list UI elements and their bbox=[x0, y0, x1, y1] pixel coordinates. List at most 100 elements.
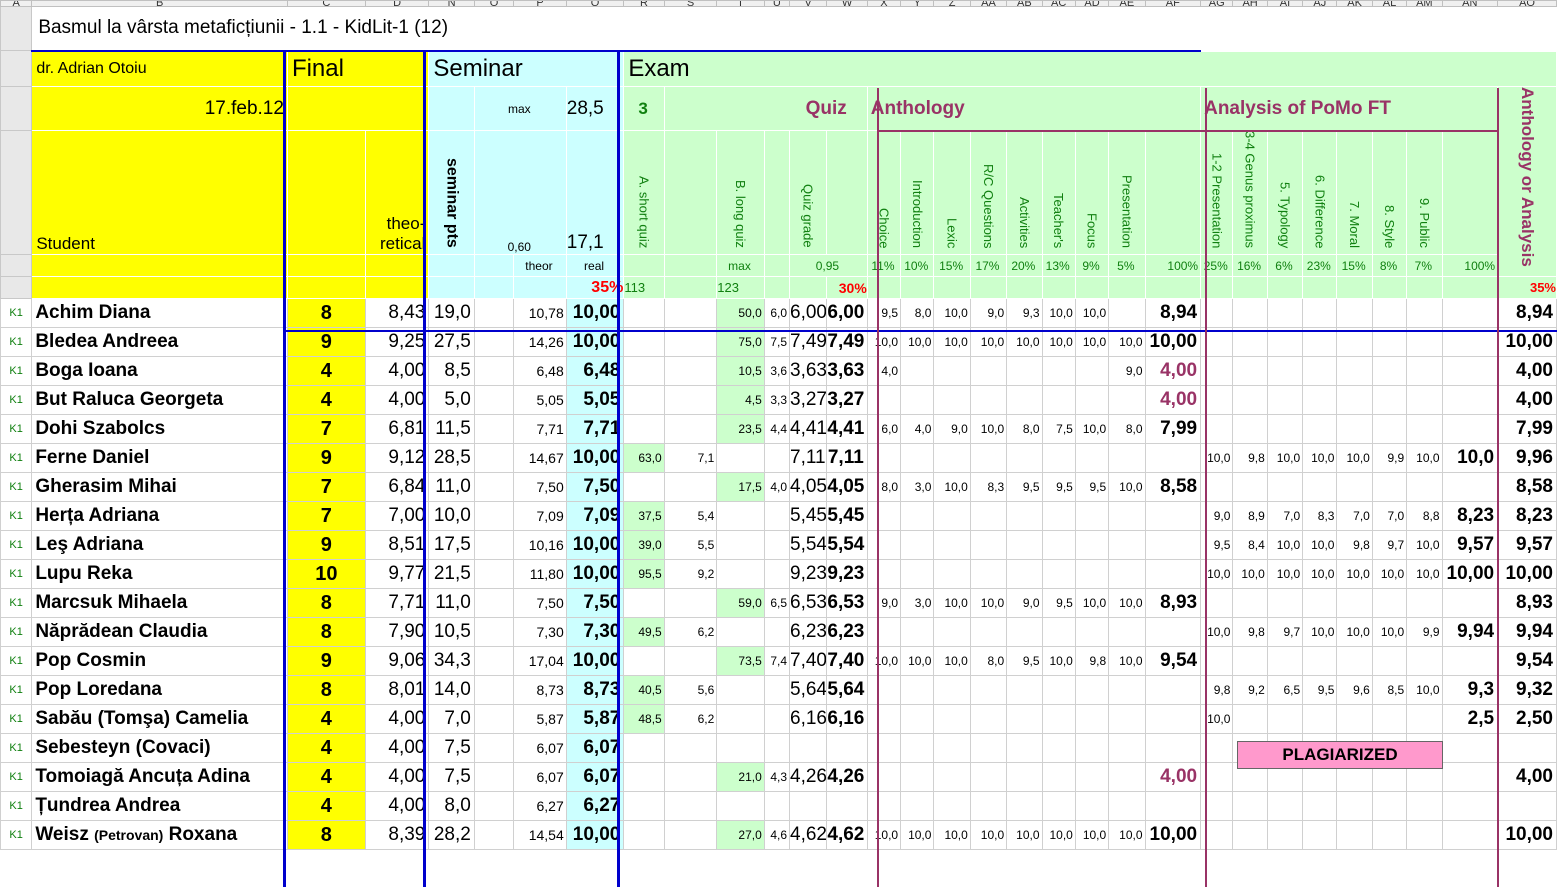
cell[interactable] bbox=[287, 254, 366, 277]
cell[interactable]: 4,0 bbox=[763, 472, 791, 503]
cell[interactable] bbox=[1371, 298, 1408, 329]
cell[interactable]: max bbox=[716, 254, 765, 277]
cell[interactable]: 7,00 bbox=[364, 501, 430, 532]
seminar-header[interactable]: Seminar bbox=[428, 50, 624, 87]
cell[interactable]: 10,00 bbox=[1497, 559, 1557, 590]
cell[interactable] bbox=[473, 704, 515, 735]
cell[interactable]: 4,00 bbox=[364, 762, 430, 793]
cell[interactable]: 10,0 bbox=[1074, 414, 1110, 445]
cell[interactable]: 17% bbox=[970, 254, 1007, 277]
cell[interactable]: 10,00 bbox=[565, 298, 625, 329]
cell[interactable]: 4,26 bbox=[788, 762, 828, 793]
cell[interactable]: 3,27 bbox=[788, 385, 828, 416]
cell[interactable] bbox=[1108, 791, 1146, 822]
cell[interactable] bbox=[866, 791, 902, 822]
final-grade[interactable]: 8 bbox=[286, 298, 366, 329]
final-grade[interactable]: 4 bbox=[286, 385, 366, 416]
cell[interactable] bbox=[763, 791, 791, 822]
cell[interactable] bbox=[663, 385, 718, 416]
student-header[interactable]: Student bbox=[31, 130, 288, 255]
cell[interactable]: 9,9 bbox=[1371, 443, 1408, 474]
group-code[interactable]: K1 bbox=[0, 675, 33, 706]
date[interactable]: 17.feb.12 bbox=[31, 86, 288, 131]
cell[interactable]: theo-retical bbox=[365, 130, 429, 255]
cell[interactable] bbox=[1108, 762, 1146, 793]
cell[interactable] bbox=[1302, 414, 1338, 445]
cell[interactable] bbox=[1371, 646, 1408, 677]
cell[interactable] bbox=[1406, 588, 1443, 619]
final-grade[interactable]: 8 bbox=[286, 675, 366, 706]
cell[interactable] bbox=[664, 130, 717, 255]
cell[interactable] bbox=[473, 820, 515, 851]
cell[interactable]: 8,01 bbox=[364, 675, 430, 706]
cell[interactable] bbox=[1006, 443, 1043, 474]
cell[interactable] bbox=[663, 791, 718, 822]
cell[interactable] bbox=[473, 588, 515, 619]
cell[interactable]: 16% bbox=[1232, 254, 1268, 277]
final-grade[interactable]: 7 bbox=[286, 414, 366, 445]
cell[interactable]: 10,0 bbox=[1406, 675, 1443, 706]
cell[interactable] bbox=[969, 704, 1008, 735]
cell[interactable]: 6,00 bbox=[826, 298, 868, 329]
cell[interactable] bbox=[933, 704, 971, 735]
cell[interactable]: 9,54 bbox=[1497, 646, 1557, 677]
cell[interactable] bbox=[1336, 820, 1373, 851]
cell[interactable]: Presentation bbox=[1108, 130, 1146, 255]
cell[interactable]: 9,23 bbox=[788, 559, 828, 590]
cell[interactable] bbox=[1441, 356, 1499, 387]
cell[interactable]: 4,0 bbox=[866, 356, 902, 387]
teacher-name[interactable]: dr. Adrian Otoiu bbox=[31, 50, 288, 87]
cell[interactable]: 10,0 bbox=[933, 820, 971, 851]
cell[interactable]: 4,00 bbox=[364, 791, 430, 822]
cell[interactable]: A. short quiz bbox=[623, 130, 665, 255]
cell[interactable] bbox=[1074, 530, 1110, 561]
cell[interactable] bbox=[1302, 588, 1338, 619]
group-code[interactable]: K1 bbox=[0, 356, 33, 387]
cell[interactable] bbox=[1406, 298, 1443, 329]
cell[interactable]: 4,00 bbox=[1497, 356, 1557, 387]
cell[interactable]: 10,0 bbox=[900, 646, 935, 677]
cell[interactable] bbox=[1232, 646, 1268, 677]
cell[interactable]: 6,48 bbox=[513, 356, 567, 387]
cell[interactable] bbox=[900, 617, 935, 648]
cell[interactable] bbox=[1006, 762, 1043, 793]
cell[interactable] bbox=[1232, 276, 1268, 299]
cell[interactable] bbox=[663, 472, 718, 503]
cell[interactable] bbox=[763, 559, 791, 590]
cell[interactable]: 14,67 bbox=[513, 443, 567, 474]
cell[interactable]: 9,3 bbox=[1441, 675, 1499, 706]
cell[interactable]: 7. Moral bbox=[1336, 130, 1373, 255]
cell[interactable] bbox=[933, 733, 971, 764]
cell[interactable] bbox=[1302, 820, 1338, 851]
cell[interactable]: 9,06 bbox=[364, 646, 430, 677]
cell[interactable]: 73,5 bbox=[716, 646, 765, 677]
cell[interactable]: 3,63 bbox=[788, 356, 828, 387]
cell[interactable] bbox=[763, 501, 791, 532]
cell[interactable]: 11,0 bbox=[428, 588, 475, 619]
cell[interactable] bbox=[866, 530, 902, 561]
final-grade[interactable]: 8 bbox=[286, 820, 366, 851]
cell[interactable]: 14,0 bbox=[428, 675, 475, 706]
cell[interactable] bbox=[1406, 472, 1443, 503]
cell[interactable] bbox=[1336, 704, 1373, 735]
cell[interactable] bbox=[1145, 276, 1201, 299]
cell[interactable] bbox=[1074, 559, 1110, 590]
cell[interactable] bbox=[1441, 588, 1499, 619]
cell[interactable] bbox=[1441, 762, 1499, 793]
cell[interactable]: 5,87 bbox=[513, 704, 567, 735]
cell[interactable]: 8. Style bbox=[1372, 130, 1407, 255]
cell[interactable] bbox=[1041, 762, 1076, 793]
cell[interactable] bbox=[1266, 646, 1304, 677]
cell[interactable]: 49,5 bbox=[623, 617, 665, 648]
cell[interactable] bbox=[866, 501, 902, 532]
cell[interactable]: 9,5 bbox=[1074, 472, 1110, 503]
cell[interactable] bbox=[866, 675, 902, 706]
cell[interactable] bbox=[1406, 791, 1443, 822]
cell[interactable]: 9,23 bbox=[826, 559, 868, 590]
cell[interactable]: 28,5 bbox=[428, 443, 475, 474]
final-grade[interactable]: 10 bbox=[286, 559, 366, 590]
cell[interactable]: 9,5 bbox=[1302, 675, 1338, 706]
cell[interactable]: 4,00 bbox=[1144, 385, 1202, 416]
cell[interactable] bbox=[1041, 617, 1076, 648]
group-code[interactable]: K1 bbox=[0, 385, 33, 416]
